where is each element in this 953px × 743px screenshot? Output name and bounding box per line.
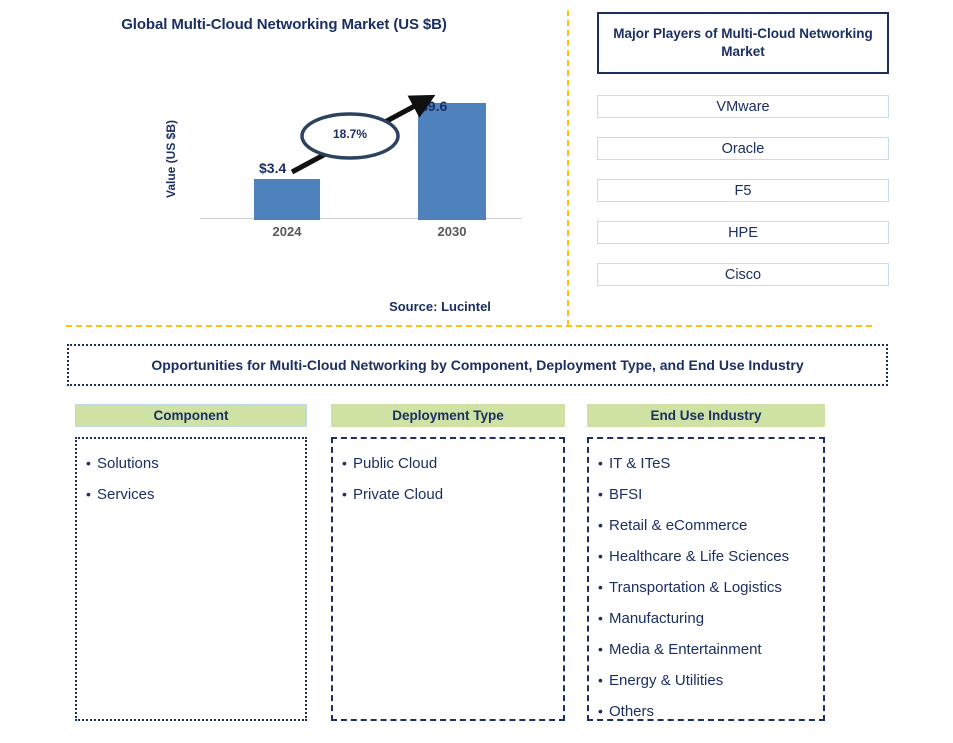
- list-item: Healthcare & Life Sciences: [598, 541, 817, 572]
- list-item: BFSI: [598, 479, 817, 510]
- player-row: F5: [597, 179, 889, 202]
- segment-list-component: Solutions Services: [75, 437, 307, 721]
- horizontal-divider: [66, 325, 872, 327]
- segment-header-deployment-type: Deployment Type: [331, 404, 565, 427]
- chart-title: Global Multi-Cloud Networking Market (US…: [121, 16, 447, 33]
- market-chart-panel: Global Multi-Cloud Networking Market (US…: [0, 0, 568, 325]
- player-row: Cisco: [597, 263, 889, 286]
- segment-column-end-use-industry: End Use Industry IT & ITeS BFSI Retail &…: [587, 404, 825, 721]
- list-item: Solutions: [86, 448, 299, 479]
- segment-header-end-use-industry: End Use Industry: [587, 404, 825, 427]
- x-tick-2024: 2024: [272, 224, 302, 239]
- list-item: Manufacturing: [598, 603, 817, 634]
- vertical-divider: [567, 10, 569, 326]
- chart-y-axis-label: Value (US $B): [164, 119, 178, 199]
- segment-column-deployment-type: Deployment Type Public Cloud Private Clo…: [331, 404, 565, 721]
- list-item: Services: [86, 479, 299, 510]
- segment-column-component: Component Solutions Services: [75, 404, 307, 721]
- segment-list-end-use-industry: IT & ITeS BFSI Retail & eCommerce Health…: [587, 437, 825, 721]
- major-players-header: Major Players of Multi-Cloud Networking …: [597, 12, 889, 74]
- segment-header-component: Component: [75, 404, 307, 427]
- list-item: Transportation & Logistics: [598, 572, 817, 603]
- player-row: HPE: [597, 221, 889, 244]
- list-item: IT & ITeS: [598, 448, 817, 479]
- list-item: Energy & Utilities: [598, 665, 817, 696]
- list-item: Others: [598, 696, 817, 727]
- list-item: Retail & eCommerce: [598, 510, 817, 541]
- list-item: Media & Entertainment: [598, 634, 817, 665]
- x-tick-2030: 2030: [437, 224, 467, 239]
- source-note: Source: Lucintel: [389, 299, 491, 314]
- cagr-value-label: 18.7%: [332, 127, 368, 141]
- segment-list-deployment-type: Public Cloud Private Cloud: [331, 437, 565, 721]
- infographic-canvas: Global Multi-Cloud Networking Market (US…: [0, 0, 953, 743]
- opportunities-banner: Opportunities for Multi-Cloud Networking…: [67, 344, 888, 386]
- list-item: Public Cloud: [342, 448, 557, 479]
- list-item: Private Cloud: [342, 479, 557, 510]
- player-row: VMware: [597, 95, 889, 118]
- major-players-panel: Major Players of Multi-Cloud Networking …: [597, 12, 889, 286]
- player-row: Oracle: [597, 137, 889, 160]
